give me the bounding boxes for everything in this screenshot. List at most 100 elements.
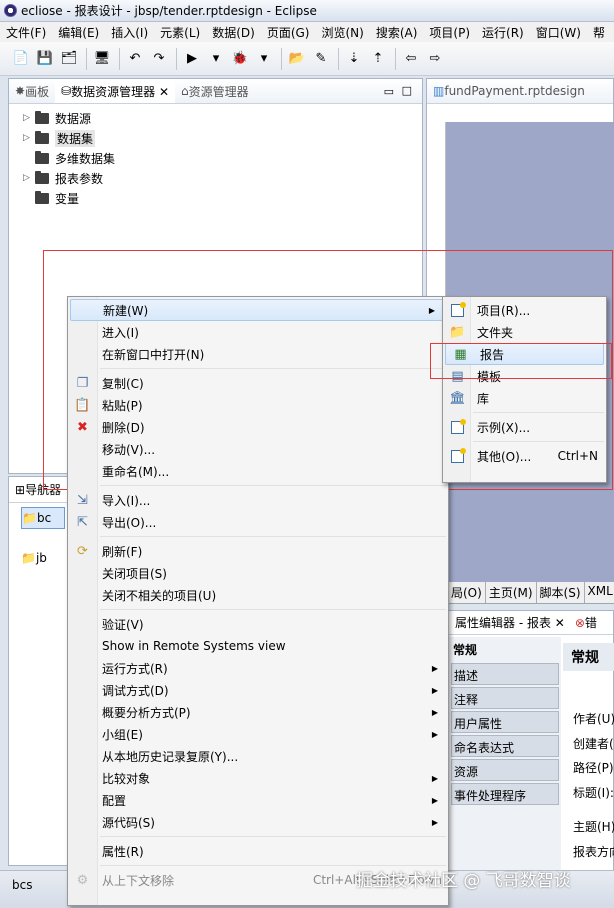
menu-item-import[interactable]: ⇲ 导入(I)... — [68, 489, 448, 511]
menu-page[interactable]: 页面(G) — [261, 24, 316, 41]
tab-data-explorer[interactable]: ⛁ 数据资源管理器 ✕ — [55, 79, 176, 103]
menu-window[interactable]: 窗口(W) — [530, 24, 587, 41]
data-explorer-icon: ⛁ — [61, 84, 72, 98]
submenu-item-other[interactable]: 其他(O)... Ctrl+N — [443, 445, 606, 467]
menu-item-team[interactable]: 小组(E) ▶ — [68, 723, 448, 745]
tree-item-dataset[interactable]: ▷ 数据集 — [23, 128, 422, 148]
menu-item-paste[interactable]: 📋 粘贴(P) — [68, 394, 448, 416]
wand-icon[interactable]: ✎ — [310, 48, 332, 70]
side-item-comments[interactable]: 注释 — [451, 687, 559, 709]
side-item-resources[interactable]: 资源 — [451, 759, 559, 781]
menu-search[interactable]: 搜索(A) — [370, 24, 424, 41]
menu-item-delete[interactable]: ✖ 删除(D) — [68, 416, 448, 438]
open-folder-icon[interactable]: 📂 — [286, 48, 308, 70]
menu-item-open-new-window[interactable]: 在新窗口中打开(N) — [68, 343, 448, 365]
menu-item-profile-as[interactable]: 概要分析方式(P) ▶ — [68, 701, 448, 723]
tab-layout[interactable]: 局(O) — [448, 582, 486, 603]
menu-item-validate[interactable]: 验证(V) — [68, 613, 448, 635]
minimize-icon[interactable]: ▭ — [384, 85, 394, 98]
menu-label: 导出(O)... — [102, 515, 157, 530]
submenu-item-project[interactable]: 项目(R)... — [443, 299, 606, 321]
menu-edit[interactable]: 编辑(E) — [52, 24, 105, 41]
tab-xml[interactable]: XML — [585, 582, 614, 603]
back-icon[interactable]: ⇦ — [400, 48, 422, 70]
menu-item-configure[interactable]: 配置 ▶ — [68, 789, 448, 811]
menu-item-move[interactable]: 移动(V)... — [68, 438, 448, 460]
side-item-description[interactable]: 描述 — [451, 663, 559, 685]
context-menu: 新建(W) ▶ 进入(I) 在新窗口中打开(N) ❐ 复制(C) 📋 粘贴(P) ✖ 删… — [67, 296, 449, 906]
tree-label: 变量 — [55, 191, 80, 206]
submenu-item-library[interactable]: 🏛 库 — [443, 387, 606, 409]
new-icon[interactable]: 📄 — [10, 48, 32, 70]
menu-item-go-into[interactable]: 进入(I) — [68, 321, 448, 343]
debug-dropdown-icon[interactable]: ▾ — [253, 48, 275, 70]
menu-item-properties[interactable]: 属性(R) — [68, 840, 448, 862]
tree-item-variables[interactable]: 变量 — [23, 188, 422, 208]
menu-label: 小组(E) — [102, 727, 143, 742]
undo-icon[interactable]: ↶ — [124, 48, 146, 70]
maximize-icon[interactable]: □ — [402, 84, 412, 97]
prev-annotation-icon[interactable]: ⇡ — [367, 48, 389, 70]
menu-item-compare-with[interactable]: 比较对象 ▶ — [68, 767, 448, 789]
nav-item-bcs[interactable]: 📁 bc — [21, 507, 65, 529]
expand-arrow-icon[interactable]: ▷ — [23, 133, 35, 143]
tab-editor[interactable]: ▥ fundPayment.rptdesign — [427, 79, 591, 103]
tree-item-datasource[interactable]: ▷ 数据源 — [23, 108, 422, 128]
menu-item-copy[interactable]: ❐ 复制(C) — [68, 372, 448, 394]
menu-item-close-unrelated[interactable]: 关闭不相关的项目(U) — [68, 584, 448, 606]
menu-run[interactable]: 运行(R) — [476, 24, 530, 41]
tab-script[interactable]: 脚本(S) — [537, 582, 585, 603]
menu-insert[interactable]: 插入(I) — [105, 24, 154, 41]
menu-element[interactable]: 元素(L) — [154, 24, 206, 41]
menu-item-source[interactable]: 源代码(S) ▶ — [68, 811, 448, 833]
menu-label: 验证(V) — [102, 617, 144, 632]
menu-item-export[interactable]: ⇱ 导出(O)... — [68, 511, 448, 533]
example-icon — [450, 418, 466, 435]
submenu-item-report[interactable]: ▦ 报告 — [445, 343, 604, 365]
menu-label: 从上下文移除 — [102, 873, 175, 888]
save-icon[interactable]: 💾 — [34, 48, 56, 70]
menu-item-refresh[interactable]: ⟳ 刷新(F) — [68, 540, 448, 562]
redo-icon[interactable]: ↷ — [148, 48, 170, 70]
preview-icon[interactable]: 🖥 — [91, 48, 113, 70]
menu-item-run-as[interactable]: 运行方式(R) ▶ — [68, 657, 448, 679]
submenu-arrow-icon: ▶ — [431, 663, 438, 673]
menu-project[interactable]: 项目(P) — [423, 24, 476, 41]
tree-item-cube[interactable]: 多维数据集 — [23, 148, 422, 168]
tree-item-params[interactable]: ▷ 报表参数 — [23, 168, 422, 188]
run-icon[interactable]: ▶ — [181, 48, 203, 70]
side-item-event-handlers[interactable]: 事件处理程序 — [451, 783, 559, 805]
side-item-user-props[interactable]: 用户属性 — [451, 711, 559, 733]
tab-property-editor[interactable]: 属性编辑器 - 报表 ✕ — [449, 614, 565, 631]
expand-arrow-icon[interactable]: ▷ — [23, 113, 35, 123]
forward-icon[interactable]: ⇨ — [424, 48, 446, 70]
submenu-item-template[interactable]: ▤ 模板 — [443, 365, 606, 387]
menu-item-show-remote[interactable]: Show in Remote Systems view — [68, 635, 448, 657]
menu-item-close-project[interactable]: 关闭项目(S) — [68, 562, 448, 584]
tab-error-log[interactable]: 错 — [585, 614, 597, 631]
navigator-view: ⊞ 导航器 📁 bc 📁 jb — [8, 476, 68, 866]
debug-icon[interactable]: 🐞 — [229, 48, 251, 70]
expand-arrow-icon[interactable]: ▷ — [23, 173, 35, 183]
menu-item-rename[interactable]: 重命名(M)... — [68, 460, 448, 482]
nav-item-jbsp[interactable]: 📁 jb — [21, 547, 67, 569]
menu-item-debug-as[interactable]: 调试方式(D) ▶ — [68, 679, 448, 701]
menu-data[interactable]: 数据(D) — [206, 24, 261, 41]
submenu-item-folder[interactable]: 📁 文件夹 — [443, 321, 606, 343]
tab-master-page[interactable]: 主页(M) — [486, 582, 537, 603]
submenu-item-example[interactable]: 示例(X)... — [443, 416, 606, 438]
menu-file[interactable]: 文件(F) — [0, 24, 52, 41]
tab-palette[interactable]: ✸ 画板 — [9, 79, 55, 103]
menu-navigate[interactable]: 浏览(N) — [315, 24, 369, 41]
next-annotation-icon[interactable]: ⇣ — [343, 48, 365, 70]
menu-help[interactable]: 帮 — [587, 24, 611, 41]
menu-item-restore-history[interactable]: 从本地历史记录复原(Y)... — [68, 745, 448, 767]
submenu-arrow-icon: ▶ — [431, 729, 438, 739]
save-all-icon[interactable]: 🗂 — [58, 48, 80, 70]
tree-label: 数据集 — [55, 129, 96, 147]
tab-resource-explorer[interactable]: ⌂ 资源管理器 — [175, 79, 255, 103]
menu-item-new[interactable]: 新建(W) ▶ — [70, 299, 446, 321]
title-bar: ecliose - 报表设计 - jbsp/tender.rptdesign -… — [0, 0, 614, 22]
run-dropdown-icon[interactable]: ▾ — [205, 48, 227, 70]
side-item-named-expr[interactable]: 命名表达式 — [451, 735, 559, 757]
